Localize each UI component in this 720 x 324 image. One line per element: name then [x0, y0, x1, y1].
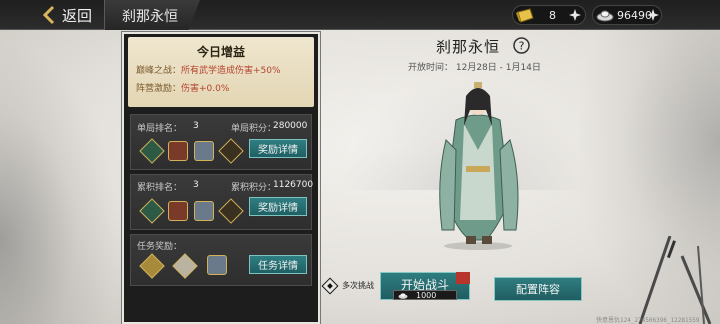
hero-portrait-icon[interactable]	[194, 201, 214, 221]
reward-details-button[interactable]: 奖励详情	[249, 139, 307, 158]
gold-ingot-icon[interactable]	[139, 253, 165, 279]
page-title: 刹那永恒	[122, 9, 178, 25]
task-details-button[interactable]: 任务详情	[249, 255, 307, 274]
ink-wash-left	[0, 40, 120, 324]
scroll-icon[interactable]	[172, 253, 198, 279]
boost-line-peak: 巅峰之战：所有武学造成伤害+50%	[136, 66, 281, 76]
configure-formation-button[interactable]: 配置阵容	[494, 277, 582, 301]
gold-ingot-icon	[516, 8, 534, 23]
silver-ingot-icon	[596, 10, 614, 22]
hero-portrait-icon[interactable]	[207, 255, 227, 275]
corner-ribbon	[456, 272, 470, 284]
battle-cost: 1000	[393, 290, 457, 300]
task-reward-card: 任务奖励： 任务详情	[130, 234, 312, 286]
battle-cost-value: 1000	[416, 290, 437, 300]
score-label: 累积积分：	[231, 183, 277, 193]
multi-challenge-label: 多次挑战	[342, 281, 374, 290]
watermark: 快意恩仇124_274506396_12281559	[596, 317, 700, 324]
skill-book-icon[interactable]	[139, 198, 165, 224]
reward-details-button[interactable]: 奖励详情	[249, 197, 307, 216]
svg-text:?: ?	[519, 40, 525, 53]
rank-label: 单局排名：	[137, 124, 183, 134]
back-label: 返回	[62, 6, 93, 25]
silver-ingot-icon	[398, 293, 408, 299]
rank-value: 3	[193, 121, 199, 131]
score-label: 单局积分：	[231, 124, 277, 134]
score-value: 280000	[273, 121, 308, 131]
score-value: 1126700	[273, 180, 314, 190]
hero-portrait-icon[interactable]	[194, 141, 214, 161]
single-rank-card: 单局排名： 3 单局积分： 280000 奖励详情	[130, 114, 312, 170]
skill-book-icon[interactable]	[139, 138, 165, 164]
chest-icon[interactable]	[168, 201, 188, 221]
hero-character	[439, 82, 519, 250]
token-icon[interactable]	[218, 198, 244, 224]
event-time: 开放时间： 12月28日 - 1月14日	[408, 63, 541, 73]
rank-value: 3	[193, 180, 199, 190]
boost-line-faction: 阵营激励：伤害+0.0%	[136, 84, 230, 94]
chevron-left-icon	[42, 5, 55, 25]
task-label: 任务奖励：	[137, 242, 183, 252]
swords-decoration	[638, 236, 712, 324]
add-gold-icon[interactable]	[568, 8, 582, 22]
daily-boost-title: 今日增益	[196, 45, 245, 59]
gold-value: 8	[549, 9, 556, 22]
help-icon[interactable]: ?	[513, 37, 530, 54]
token-icon[interactable]	[218, 138, 244, 164]
cumulative-rank-card: 累积排名： 3 累积积分： 1126700 奖励详情	[130, 174, 314, 230]
add-silver-icon[interactable]	[646, 8, 660, 22]
daily-boost-box: 今日增益 巅峰之战：所有武学造成伤害+50% 阵营激励：伤害+0.0%	[128, 37, 314, 107]
multi-challenge-checkbox[interactable]	[321, 277, 339, 295]
chest-icon[interactable]	[168, 141, 188, 161]
event-title: 刹那永恒	[436, 38, 501, 56]
back-button[interactable]: 返回	[40, 4, 92, 26]
rank-label: 累积排名：	[137, 183, 183, 193]
